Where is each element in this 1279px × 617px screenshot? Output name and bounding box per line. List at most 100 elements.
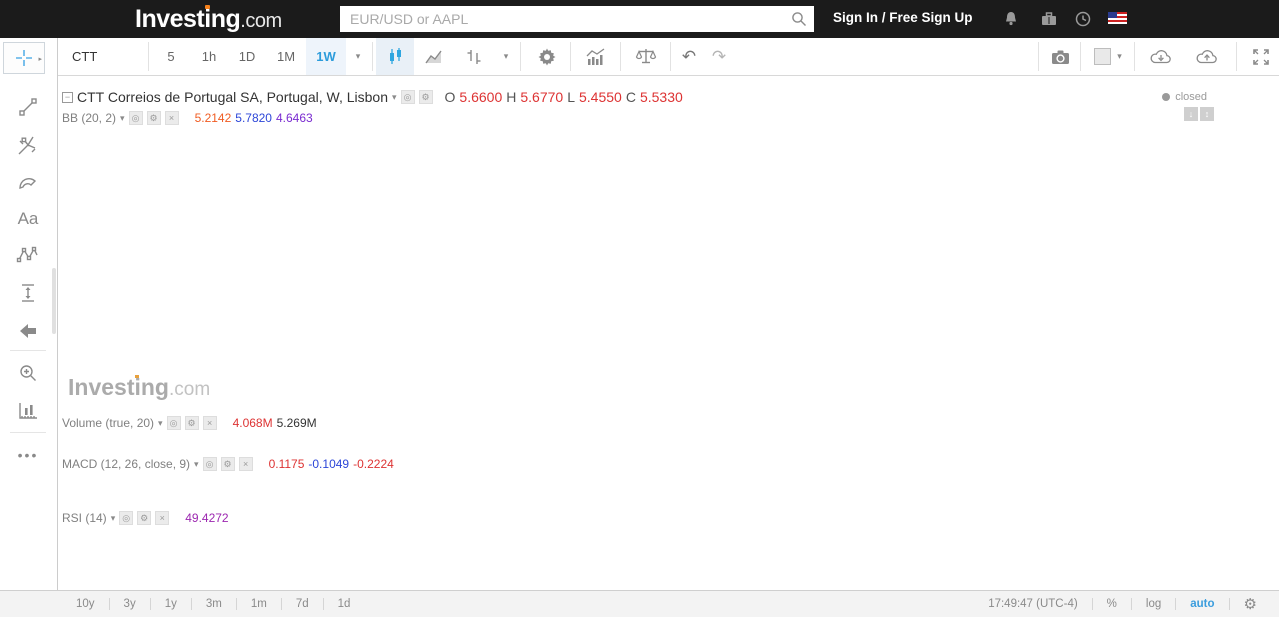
more-tools-button[interactable]: •••: [8, 438, 48, 472]
settings-button[interactable]: [526, 38, 568, 75]
chart-title[interactable]: CTT Correios de Portugal SA, Portugal, W…: [77, 89, 388, 105]
interval-1m[interactable]: 1M: [266, 38, 306, 75]
chevron-down-icon[interactable]: ▾: [194, 459, 199, 470]
range-3y-button[interactable]: 3y: [110, 598, 150, 610]
macd-signal-value: -0.2224: [353, 457, 394, 471]
undo-button[interactable]: ↶: [674, 38, 704, 75]
chevron-down-icon: ▾: [503, 51, 509, 61]
cloud-upload-icon: [1196, 50, 1217, 64]
macd-hist-value: 0.1175: [268, 457, 305, 471]
search-icon[interactable]: [790, 10, 808, 28]
market-status: closed: [1162, 91, 1207, 103]
portfolio-briefcase-icon[interactable]: [1038, 9, 1060, 29]
scales-icon: [635, 49, 657, 64]
trend-line-tool[interactable]: [8, 90, 48, 124]
range-1d-button[interactable]: 1d: [324, 598, 365, 610]
legend-close-icon[interactable]: ×: [238, 457, 253, 471]
volume-current-value: 4.068M: [232, 416, 273, 430]
chevron-down-icon: ▾: [1117, 51, 1122, 61]
chart-type-line-button[interactable]: [414, 38, 454, 75]
legend-close-icon[interactable]: ×: [202, 416, 217, 430]
interval-dropdown[interactable]: ▾: [346, 38, 370, 75]
legend-settings-icon[interactable]: ⚙: [146, 111, 161, 125]
sidebar-scrollbar[interactable]: [52, 268, 56, 334]
symbol-input[interactable]: CTT: [62, 38, 146, 75]
magnifier-plus-icon: [20, 365, 36, 381]
interval-1d[interactable]: 1D: [228, 38, 266, 75]
snapshot-button[interactable]: [1042, 38, 1078, 75]
investing-logo[interactable]: Investing.com: [135, 5, 282, 34]
notifications-bell-icon[interactable]: [1000, 9, 1022, 29]
chevron-down-icon[interactable]: ▾: [120, 113, 125, 124]
legend-settings-icon[interactable]: ⚙: [137, 511, 152, 525]
compare-symbol-button[interactable]: [624, 38, 668, 75]
ohlc-close-label: C: [625, 89, 636, 105]
scroll-price-down-button[interactable]: ↓: [1184, 107, 1198, 121]
style-dropdown[interactable]: ▾: [494, 38, 518, 75]
bottom-settings-gear-icon[interactable]: ⚙: [1230, 595, 1271, 613]
range-10y-button[interactable]: 10y: [62, 598, 109, 610]
indicators-button[interactable]: [574, 38, 618, 75]
save-chart-button[interactable]: [1184, 38, 1230, 75]
clock-display: 17:49:47 (UTC-4): [988, 598, 1078, 610]
pitchfork-icon: [18, 136, 36, 155]
macd-line-value: -0.1049: [308, 457, 350, 471]
fullscreen-expand-icon: [1253, 48, 1269, 65]
zoom-in-tool[interactable]: [8, 356, 48, 390]
auto-scale-button[interactable]: auto: [1176, 598, 1228, 610]
legend-eye-icon[interactable]: ◎: [202, 457, 217, 471]
compare-styles-button[interactable]: [454, 38, 494, 75]
range-7d-button[interactable]: 7d: [282, 598, 323, 610]
chevron-down-icon[interactable]: ▾: [111, 513, 116, 524]
arc-tool[interactable]: [8, 166, 48, 200]
forecast-tool[interactable]: [8, 276, 48, 310]
legend-eye-icon[interactable]: ◎: [400, 90, 415, 104]
legend-close-icon[interactable]: ×: [164, 111, 179, 125]
search-input[interactable]: [340, 6, 814, 32]
pitchfork-tool[interactable]: [8, 128, 48, 162]
cloud-download-icon: [1150, 50, 1171, 64]
interval-5m[interactable]: 5: [152, 38, 190, 75]
recent-clock-icon[interactable]: [1072, 9, 1094, 29]
sign-in-link[interactable]: Sign In / Free Sign Up: [833, 10, 973, 25]
macd-label[interactable]: MACD (12, 26, close, 9): [62, 457, 190, 471]
bb-legend: BB (20, 2) ▾ ◎ ⚙ × 5.2142 5.7820 4.6463: [62, 111, 313, 125]
text-tool[interactable]: Aa: [8, 202, 48, 236]
drawing-tools-sidebar: ▸ Aa •••: [0, 38, 58, 617]
percent-scale-button[interactable]: %: [1093, 598, 1131, 610]
volume-label[interactable]: Volume (true, 20): [62, 416, 154, 430]
range-1y-button[interactable]: 1y: [151, 598, 191, 610]
legend-eye-icon[interactable]: ◎: [166, 416, 181, 430]
legend-close-icon[interactable]: ×: [155, 511, 170, 525]
measure-tool[interactable]: [8, 394, 48, 428]
rsi-label[interactable]: RSI (14): [62, 511, 107, 525]
pattern-tool[interactable]: [8, 238, 48, 272]
legend-settings-icon[interactable]: ⚙: [220, 457, 235, 471]
range-1m-button[interactable]: 1m: [237, 598, 281, 610]
legend-eye-icon[interactable]: ◎: [128, 111, 143, 125]
range-3m-button[interactable]: 3m: [192, 598, 236, 610]
legend-settings-icon[interactable]: ⚙: [418, 90, 433, 104]
crosshair-tool-selected[interactable]: ▸: [3, 42, 45, 74]
log-scale-button[interactable]: log: [1132, 598, 1175, 610]
ohlc-open-value: 5.6600: [459, 89, 503, 105]
interval-1w-active[interactable]: 1W: [306, 38, 346, 75]
chevron-down-icon[interactable]: ▾: [158, 418, 163, 429]
load-chart-button[interactable]: [1138, 38, 1184, 75]
chevron-down-icon[interactable]: ▾: [392, 92, 397, 103]
legend-eye-icon[interactable]: ◎: [119, 511, 134, 525]
redo-button[interactable]: ↷: [704, 38, 734, 75]
collapse-legend-icon[interactable]: −: [62, 91, 73, 103]
interval-1h[interactable]: 1h: [190, 38, 228, 75]
ohlc-high-value: 5.6770: [520, 89, 564, 105]
chart-type-candles-button[interactable]: [376, 38, 414, 75]
xabcd-pattern-icon: [16, 246, 38, 263]
legend-settings-icon[interactable]: ⚙: [184, 416, 199, 430]
bb-label[interactable]: BB (20, 2): [62, 111, 116, 125]
fullscreen-button[interactable]: [1244, 38, 1278, 75]
hide-drawings-button[interactable]: [8, 314, 48, 348]
language-us-flag-icon[interactable]: [1108, 12, 1127, 24]
bb-upper-value: 5.7820: [235, 111, 272, 125]
scale-price-button[interactable]: ↕: [1200, 107, 1214, 121]
layout-selector[interactable]: ▾: [1084, 38, 1132, 75]
